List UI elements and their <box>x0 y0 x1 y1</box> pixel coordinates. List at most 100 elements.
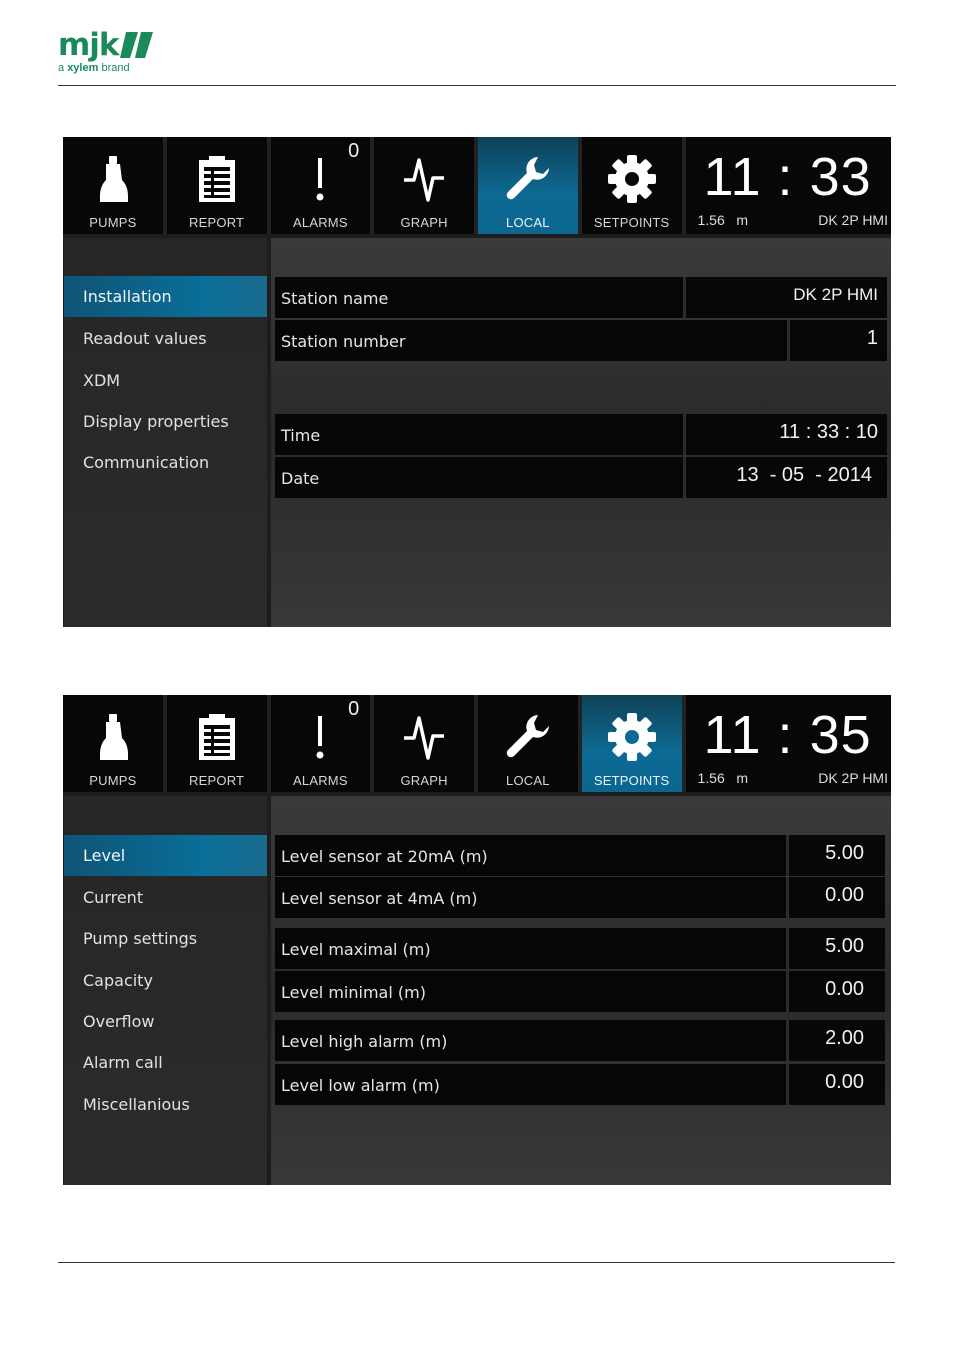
setting-label: Level sensor at 20mA (m) <box>281 847 488 866</box>
setting-label: Time <box>281 426 321 445</box>
menu-item-capacity[interactable]: Capacity <box>64 960 267 1001</box>
setting-label: Level sensor at 4mA (m) <box>281 889 478 908</box>
menu-item-xdm[interactable]: XDM <box>64 360 267 401</box>
setting-row-station-name[interactable]: Station name DK 2P HMI <box>275 277 887 318</box>
setting-row-station-number[interactable]: Station number 1 <box>275 320 887 361</box>
clock-time: 11 : 33 <box>703 147 872 207</box>
report-button[interactable]: REPORT <box>166 695 267 792</box>
menu-item-alarm-call[interactable]: Alarm call <box>64 1042 267 1083</box>
logo-tagline: a xylem brand <box>58 62 154 74</box>
settings-panel: Level sensor at 20mA (m) 5.00 Level sens… <box>271 796 891 1185</box>
graph-button[interactable]: GRAPH <box>374 695 474 792</box>
setting-value[interactable]: 0.00 <box>786 877 885 918</box>
logo-mark-text: mjk <box>58 27 120 63</box>
mjk-logo: mjk a xylem brand <box>58 30 154 74</box>
toolbar-label: GRAPH <box>400 773 448 788</box>
settings-panel: Station name DK 2P HMI Station number 1 … <box>271 238 891 627</box>
alarms-button[interactable]: 0 ALARMS <box>270 137 371 234</box>
setting-value[interactable]: 5.00 <box>786 835 885 876</box>
menu-item-overflow[interactable]: Overflow <box>64 1001 267 1042</box>
setting-row-level-sensor-20ma[interactable]: Level sensor at 20mA (m) 5.00 <box>275 835 885 876</box>
setting-value[interactable]: DK 2P HMI <box>683 277 887 318</box>
toolbar-label: PUMPS <box>89 215 137 230</box>
setting-row-level-sensor-4ma[interactable]: Level sensor at 4mA (m) 0.00 <box>275 877 885 918</box>
menu-item-installation[interactable]: Installation <box>64 276 267 317</box>
toolbar-label: LOCAL <box>506 215 550 230</box>
clock-time: 11 : 35 <box>703 705 872 765</box>
menu-item-miscellanious[interactable]: Miscellanious <box>64 1084 267 1125</box>
setting-label: Level maximal (m) <box>281 940 431 959</box>
menu-item-communication[interactable]: Communication <box>64 442 267 483</box>
toolbar-label: REPORT <box>189 773 245 788</box>
alarm-count-badge: 0 <box>348 140 360 162</box>
clock-panel: 11 : 35 1.56 m DK 2P HMI <box>685 695 891 792</box>
graph-icon <box>399 154 449 204</box>
menu-item-display-properties[interactable]: Display properties <box>64 401 267 442</box>
report-button[interactable]: REPORT <box>166 137 267 234</box>
pumps-button[interactable]: PUMPS <box>63 695 163 792</box>
setting-row-level-maximal[interactable]: Level maximal (m) 5.00 <box>275 928 885 969</box>
level-low-alarm-value: 0.00 <box>825 1071 864 1093</box>
setpoints-button[interactable]: SETPOINTS <box>581 137 682 234</box>
menu-item-pump-settings[interactable]: Pump settings <box>64 918 267 959</box>
toolbar: PUMPS REPORT 0 ALARMS GRAPH LOCAL SETPOI… <box>63 137 891 234</box>
alarm-count-badge: 0 <box>348 698 360 720</box>
local-button[interactable]: LOCAL <box>478 695 578 792</box>
hmi-screen-setpoints: PUMPS REPORT 0 ALARMS GRAPH LOCAL SETPOI… <box>63 695 891 1185</box>
level-sensor-20ma-value: 5.00 <box>825 842 864 864</box>
menu-item-current[interactable]: Current <box>64 877 267 918</box>
setting-value[interactable]: 5.00 <box>786 928 885 969</box>
gear-icon <box>607 154 657 204</box>
wrench-icon <box>503 154 553 204</box>
logo-tag-brand: xylem <box>67 62 99 74</box>
logo-tag-prefix: a <box>58 62 68 74</box>
hmi-screen-local: PUMPS REPORT 0 ALARMS GRAPH LOCAL SETPOI… <box>63 137 891 627</box>
level-minimal-value: 0.00 <box>825 978 864 1000</box>
station-id: DK 2P HMI <box>818 212 888 228</box>
alarms-button[interactable]: 0 ALARMS <box>270 695 371 792</box>
pumps-button[interactable]: PUMPS <box>63 137 163 234</box>
footer-divider <box>58 1262 895 1263</box>
setting-value[interactable]: 2.00 <box>786 1020 885 1061</box>
toolbar: PUMPS REPORT 0 ALARMS GRAPH LOCAL SETPOI… <box>63 695 891 792</box>
setting-label: Level high alarm (m) <box>281 1032 448 1051</box>
setting-row-level-high-alarm[interactable]: Level high alarm (m) 2.00 <box>275 1020 885 1061</box>
date-value: 13 - 05 - 2014 <box>736 464 872 486</box>
setpoints-button[interactable]: SETPOINTS <box>581 695 682 792</box>
toolbar-label: GRAPH <box>400 215 448 230</box>
graph-button[interactable]: GRAPH <box>374 137 474 234</box>
toolbar-label: SETPOINTS <box>593 773 670 788</box>
setting-value[interactable]: 13 - 05 - 2014 <box>683 457 887 498</box>
logo-mark: mjk <box>58 27 154 63</box>
setting-row-time[interactable]: Time 11 : 33 : 10 <box>275 414 887 455</box>
report-icon <box>192 712 242 762</box>
setting-value[interactable]: 0.00 <box>786 971 885 1012</box>
setting-row-date[interactable]: Date 13 - 05 - 2014 <box>275 457 887 498</box>
report-icon <box>192 154 242 204</box>
logo-slashes-icon <box>119 32 153 58</box>
current-level: 1.56 m <box>697 770 749 786</box>
setting-value[interactable]: 1 <box>787 320 887 361</box>
toolbar-label: ALARMS <box>293 773 348 788</box>
station-id: DK 2P HMI <box>818 770 888 786</box>
logo-tag-suffix: brand <box>98 62 130 74</box>
toolbar-label: SETPOINTS <box>593 215 670 230</box>
toolbar-label: LOCAL <box>506 773 550 788</box>
alarm-icon <box>295 154 345 204</box>
setting-row-level-low-alarm[interactable]: Level low alarm (m) 0.00 <box>275 1064 885 1105</box>
setting-value[interactable]: 11 : 33 : 10 <box>683 414 887 455</box>
setting-value[interactable]: 0.00 <box>786 1064 885 1105</box>
sidebar-menu: Installation Readout values XDM Display … <box>64 238 267 627</box>
setting-row-level-minimal[interactable]: Level minimal (m) 0.00 <box>275 971 885 1012</box>
level-sensor-4ma-value: 0.00 <box>825 884 864 906</box>
setting-label: Date <box>281 469 320 488</box>
local-button[interactable]: LOCAL <box>478 137 578 234</box>
setting-label: Level low alarm (m) <box>281 1076 440 1095</box>
alarm-icon <box>295 712 345 762</box>
toolbar-label: PUMPS <box>89 773 137 788</box>
header-divider <box>58 85 896 86</box>
menu-item-readout-values[interactable]: Readout values <box>64 318 267 359</box>
toolbar-label: ALARMS <box>293 215 348 230</box>
menu-item-level[interactable]: Level <box>64 835 267 876</box>
setting-label: Station name <box>281 289 389 308</box>
